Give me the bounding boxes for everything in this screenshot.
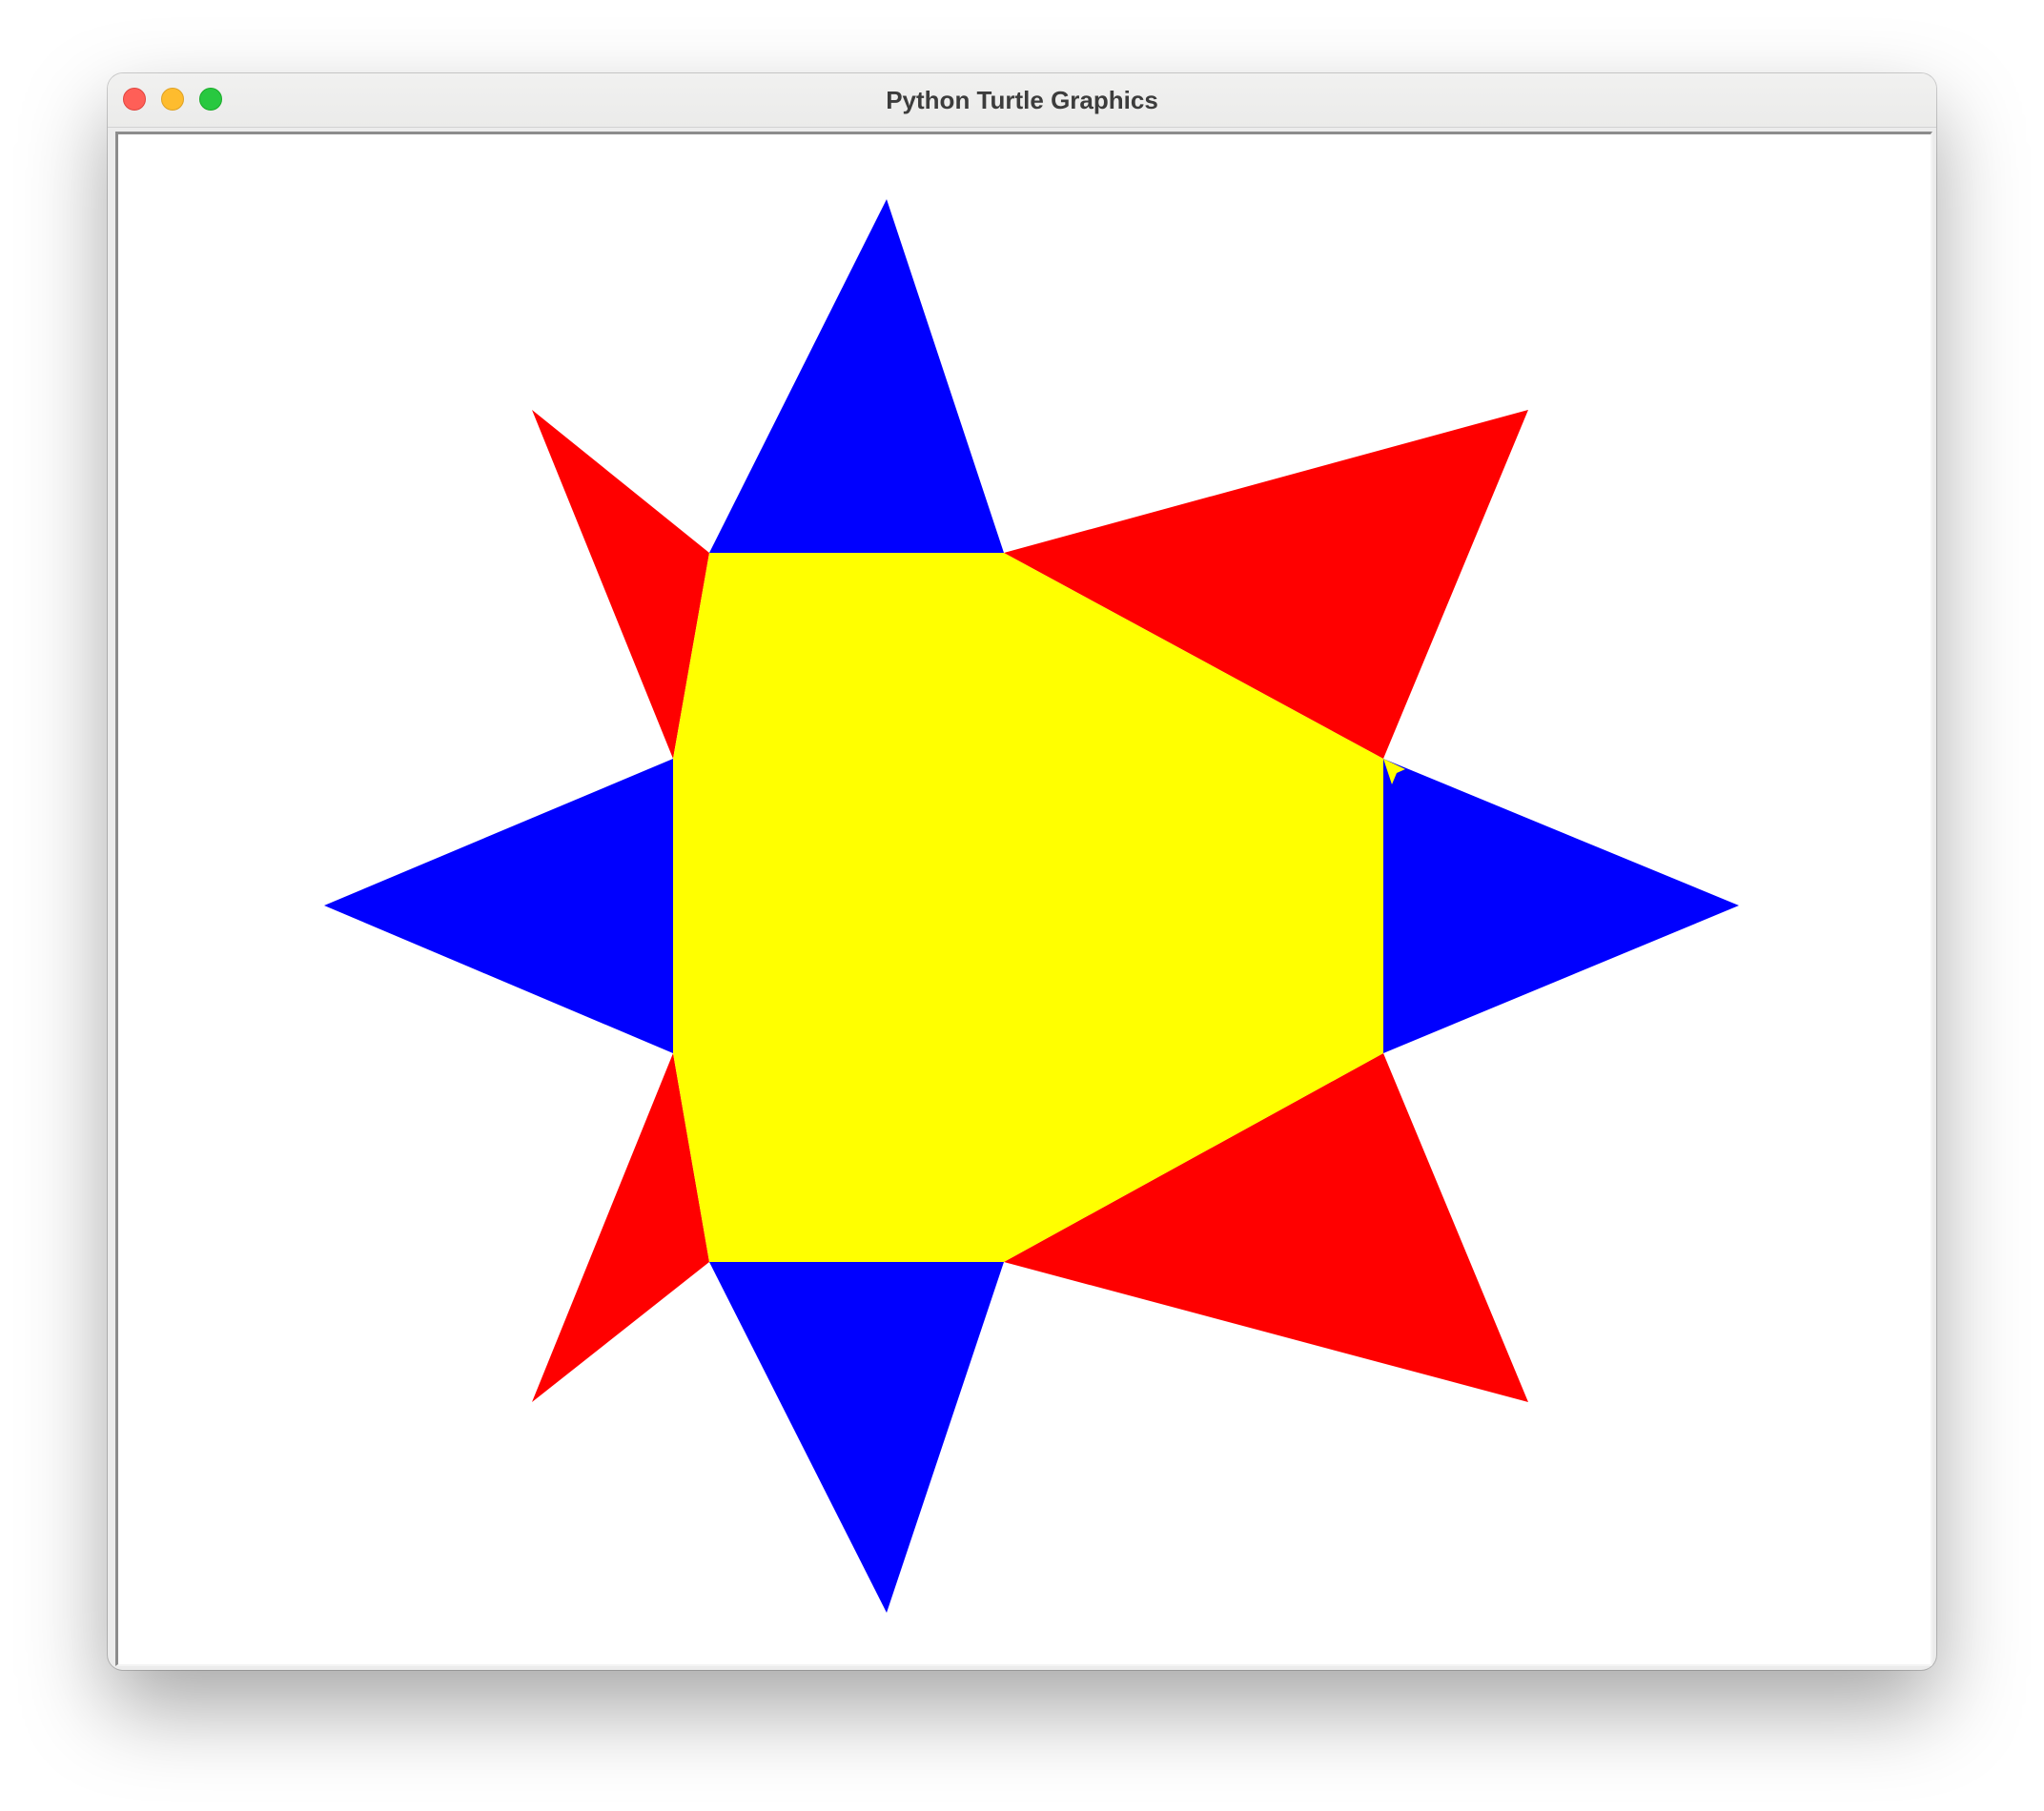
blue-point-bottom [709, 1262, 1004, 1613]
turtle-window: Python Turtle Graphics [108, 73, 1936, 1670]
blue-point-top [709, 199, 1004, 553]
blue-point-left [324, 759, 673, 1053]
star-drawing [324, 199, 1739, 1613]
title-bar[interactable]: Python Turtle Graphics [108, 73, 1936, 128]
blue-point-right [1383, 759, 1739, 1053]
window-title: Python Turtle Graphics [886, 86, 1158, 114]
turtle-canvas[interactable] [115, 132, 1932, 1666]
